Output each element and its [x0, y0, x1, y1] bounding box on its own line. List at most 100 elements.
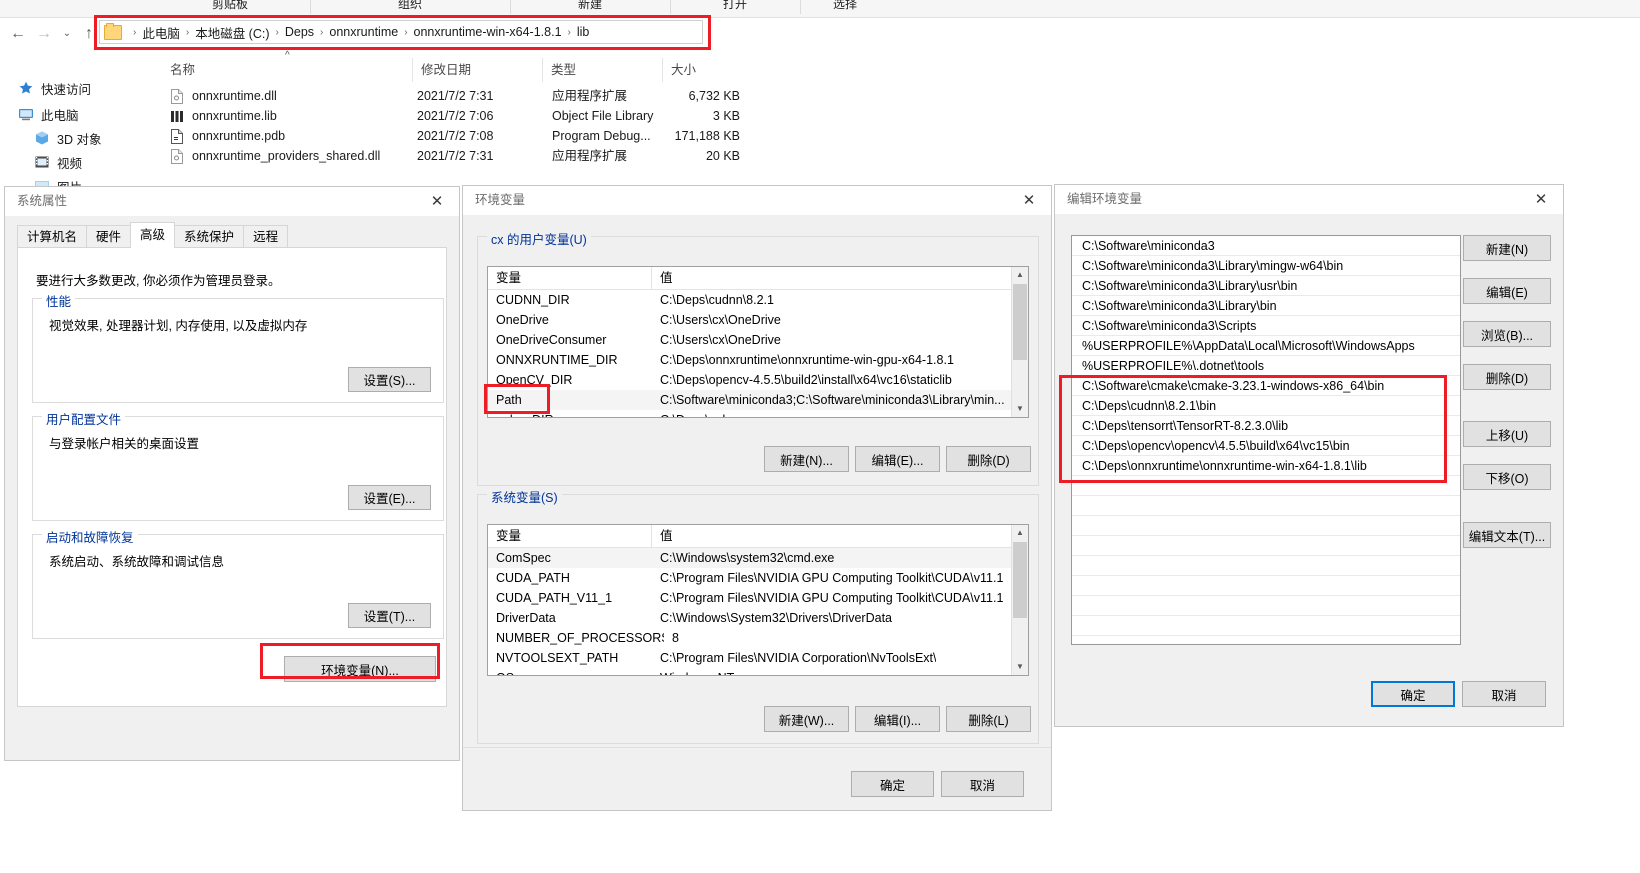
column-header-value[interactable]: 值	[652, 525, 673, 547]
scrollbar-thumb[interactable]	[1013, 542, 1027, 618]
startup-recovery-settings-button[interactable]: 设置(T)...	[348, 603, 431, 628]
tab-remote[interactable]: 远程	[243, 225, 289, 248]
list-item[interactable]: %USERPROFILE%\AppData\Local\Microsoft\Wi…	[1072, 336, 1460, 356]
column-header-variable[interactable]: 变量	[488, 267, 652, 289]
ribbon-group-clipboard[interactable]: 剪贴板	[150, 0, 311, 14]
user-edit-button[interactable]: 编辑(E)...	[855, 446, 940, 472]
ribbon-group-new[interactable]: 新建	[510, 0, 671, 14]
list-item-empty[interactable]	[1072, 616, 1460, 636]
list-item[interactable]: C:\Software\miniconda3	[1072, 236, 1460, 256]
table-row[interactable]: OS Windows_NT	[488, 668, 1028, 675]
forward-button[interactable]: →	[32, 22, 56, 46]
breadcrumb-item-3[interactable]: onnxruntime	[329, 25, 398, 39]
breadcrumb-item-2[interactable]: Deps	[285, 25, 314, 39]
performance-settings-button[interactable]: 设置(S)...	[348, 367, 431, 392]
list-item-empty[interactable]	[1072, 516, 1460, 536]
tab-computer-name[interactable]: 计算机名	[17, 225, 88, 248]
column-header-variable[interactable]: 变量	[488, 525, 652, 547]
file-row[interactable]: onnxruntime.dll 2021/7/2 7:31 应用程序扩展 6,7…	[162, 86, 762, 106]
recent-locations-button[interactable]: ⌄	[55, 22, 79, 46]
list-item-empty[interactable]	[1072, 496, 1460, 516]
user-new-button[interactable]: 新建(N)...	[764, 446, 849, 472]
scroll-up-icon[interactable]: ▲	[1012, 525, 1028, 541]
scrollbar-thumb[interactable]	[1013, 284, 1027, 360]
scroll-down-icon[interactable]: ▼	[1012, 659, 1028, 675]
table-row[interactable]: ONNXRUNTIME_DIR C:\Deps\onnxruntime\onnx…	[488, 350, 1028, 370]
up-button[interactable]: ↑	[77, 22, 101, 46]
list-item-empty[interactable]	[1072, 476, 1460, 496]
path-entries-list[interactable]: C:\Software\miniconda3 C:\Software\minic…	[1071, 235, 1461, 645]
breadcrumb-item-1[interactable]: 本地磁盘 (C:)	[195, 23, 269, 42]
list-item[interactable]: C:\Software\miniconda3\Scripts	[1072, 316, 1460, 336]
tab-system-protection[interactable]: 系统保护	[174, 225, 245, 248]
user-profiles-settings-button[interactable]: 设置(E)...	[348, 485, 431, 510]
close-icon[interactable]: ✕	[1519, 185, 1563, 214]
edit-env-cancel-button[interactable]: 取消	[1462, 681, 1546, 707]
envvars-cancel-button[interactable]: 取消	[941, 771, 1024, 797]
tree-item-this-pc[interactable]: 此电脑	[18, 104, 148, 124]
list-item[interactable]: C:\Software\miniconda3\Library\bin	[1072, 296, 1460, 316]
file-row[interactable]: onnxruntime.lib 2021/7/2 7:06 Object Fil…	[162, 106, 762, 126]
path-new-button[interactable]: 新建(N)	[1463, 235, 1551, 261]
column-header-value[interactable]: 值	[652, 267, 673, 289]
path-browse-button[interactable]: 浏览(B)...	[1463, 321, 1551, 347]
tree-item-quick-access[interactable]: 快速访问	[18, 78, 148, 98]
breadcrumb-item-5[interactable]: lib	[577, 25, 590, 39]
table-row[interactable]: NUMBER_OF_PROCESSORS 8	[488, 628, 1028, 648]
table-row[interactable]: DriverData C:\Windows\System32\Drivers\D…	[488, 608, 1028, 628]
path-edit-button[interactable]: 编辑(E)	[1463, 278, 1551, 304]
ribbon-group-organize[interactable]: 组织	[310, 0, 511, 14]
list-item[interactable]: C:\Software\miniconda3\Library\usr\bin	[1072, 276, 1460, 296]
system-variables-list[interactable]: 变量 值 ComSpec C:\Windows\system32\cmd.exe…	[487, 524, 1029, 676]
scroll-up-icon[interactable]: ▲	[1012, 267, 1028, 283]
list-item[interactable]: %USERPROFILE%\.dotnet\tools	[1072, 356, 1460, 376]
column-header-date[interactable]: 修改日期	[412, 58, 542, 82]
table-row[interactable]: ComSpec C:\Windows\system32\cmd.exe	[488, 548, 1028, 568]
breadcrumb-item-4[interactable]: onnxruntime-win-x64-1.8.1	[414, 25, 562, 39]
breadcrumb-item-0[interactable]: 此电脑	[142, 23, 180, 42]
tree-item-videos[interactable]: 视频	[34, 152, 148, 172]
list-item-empty[interactable]	[1072, 556, 1460, 576]
path-delete-button[interactable]: 删除(D)	[1463, 364, 1551, 390]
file-row[interactable]: onnxruntime.pdb 2021/7/2 7:08 Program De…	[162, 126, 762, 146]
system-delete-button[interactable]: 删除(L)	[946, 706, 1031, 732]
close-icon[interactable]: ✕	[415, 187, 459, 216]
user-variables-scrollbar[interactable]: ▲ ▼	[1011, 267, 1028, 417]
tree-item-3d-objects[interactable]: 3D 对象	[34, 128, 148, 148]
ribbon-group-open[interactable]: 打开	[670, 0, 801, 14]
list-item[interactable]: C:\Deps\cudnn\8.2.1\bin	[1072, 396, 1460, 416]
scroll-down-icon[interactable]: ▼	[1012, 401, 1028, 417]
environment-variables-button[interactable]: 环境变量(N)...	[284, 656, 436, 682]
back-button[interactable]: ←	[6, 22, 30, 46]
list-item[interactable]: C:\Software\cmake\cmake-3.23.1-windows-x…	[1072, 376, 1460, 396]
address-bar[interactable]: › 此电脑 › 本地磁盘 (C:) › Deps › onnxruntime ›…	[99, 20, 703, 44]
table-row[interactable]: OneDrive C:\Users\cx\OneDrive	[488, 310, 1028, 330]
system-edit-button[interactable]: 编辑(I)...	[855, 706, 940, 732]
user-variables-list[interactable]: 变量 值 CUDNN_DIR C:\Deps\cudnn\8.2.1 OneDr…	[487, 266, 1029, 418]
list-item[interactable]: C:\Deps\onnxruntime\onnxruntime-win-x64-…	[1072, 456, 1460, 476]
table-row[interactable]: CUDA_PATH_V11_1 C:\Program Files\NVIDIA …	[488, 588, 1028, 608]
list-item[interactable]: C:\Software\miniconda3\Library\mingw-w64…	[1072, 256, 1460, 276]
tab-hardware[interactable]: 硬件	[86, 225, 132, 248]
system-variables-scrollbar[interactable]: ▲ ▼	[1011, 525, 1028, 675]
close-icon[interactable]: ✕	[1007, 186, 1051, 215]
envvars-ok-button[interactable]: 确定	[851, 771, 934, 797]
list-item-empty[interactable]	[1072, 596, 1460, 616]
table-row-selected[interactable]: Path C:\Software\miniconda3;C:\Software\…	[488, 390, 1028, 410]
system-new-button[interactable]: 新建(W)...	[764, 706, 849, 732]
table-row[interactable]: pplcv_DIR C:\Deps\ppl.cv	[488, 410, 1028, 417]
path-edit-text-button[interactable]: 编辑文本(T)...	[1463, 522, 1551, 548]
list-item[interactable]: C:\Deps\tensorrt\TensorRT-8.2.3.0\lib	[1072, 416, 1460, 436]
column-header-name[interactable]: 名称	[162, 58, 412, 82]
column-header-size[interactable]: 大小	[662, 58, 740, 82]
edit-env-ok-button[interactable]: 确定	[1371, 681, 1455, 707]
file-row[interactable]: onnxruntime_providers_shared.dll 2021/7/…	[162, 146, 762, 166]
table-row[interactable]: OneDriveConsumer C:\Users\cx\OneDrive	[488, 330, 1028, 350]
table-row[interactable]: NVTOOLSEXT_PATH C:\Program Files\NVIDIA …	[488, 648, 1028, 668]
table-row[interactable]: CUDA_PATH C:\Program Files\NVIDIA GPU Co…	[488, 568, 1028, 588]
list-item-empty[interactable]	[1072, 576, 1460, 596]
tab-advanced[interactable]: 高级	[130, 222, 176, 248]
table-row[interactable]: CUDNN_DIR C:\Deps\cudnn\8.2.1	[488, 290, 1028, 310]
table-row[interactable]: OpenCV_DIR C:\Deps\opencv-4.5.5\build2\i…	[488, 370, 1028, 390]
path-move-up-button[interactable]: 上移(U)	[1463, 421, 1551, 447]
